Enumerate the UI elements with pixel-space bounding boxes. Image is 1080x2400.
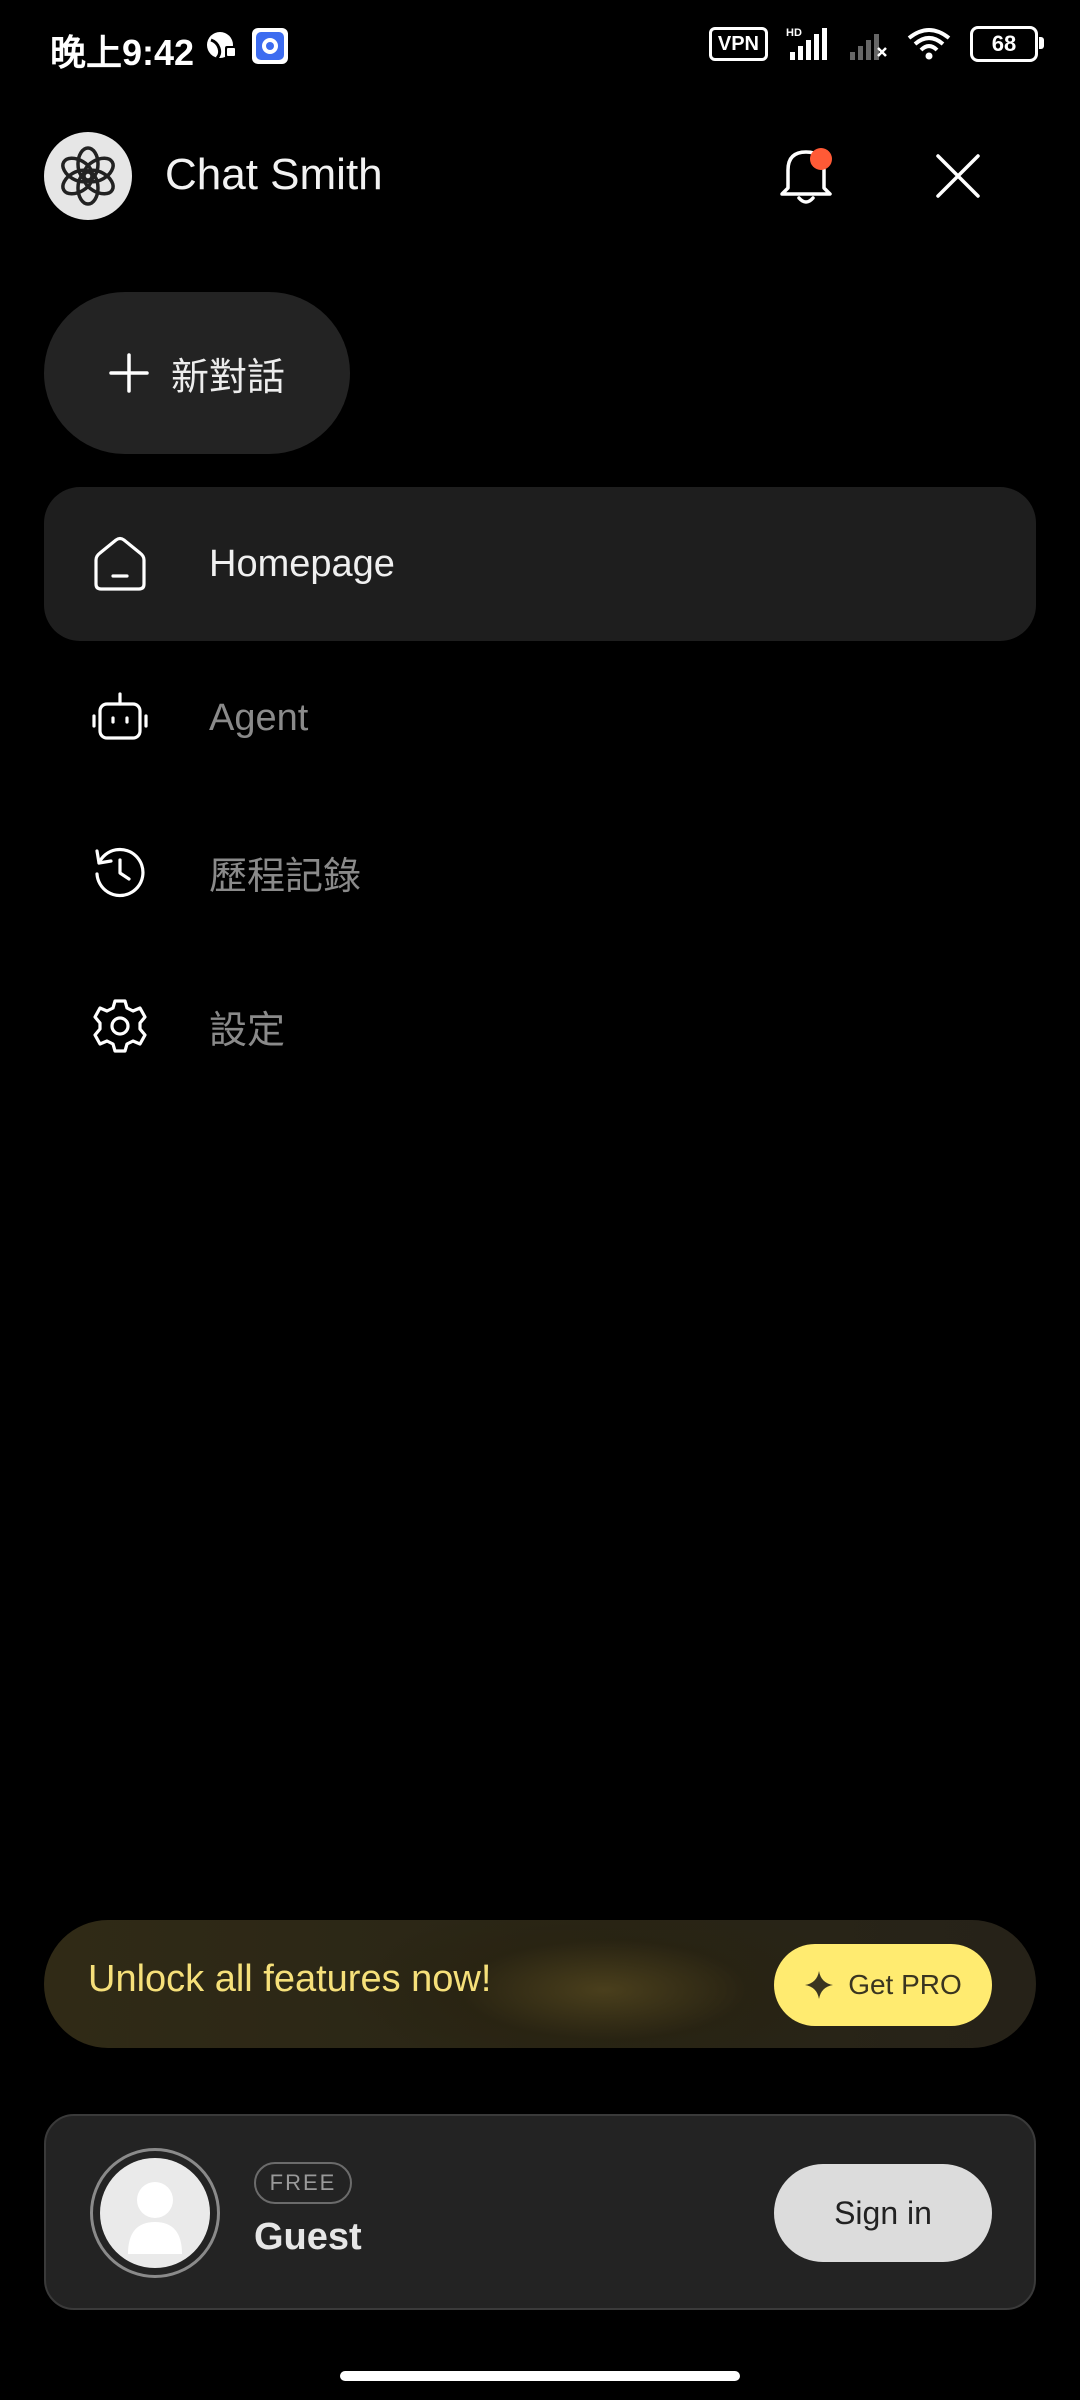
account-card: FREE Guest Sign in [44, 2114, 1036, 2310]
home-icon [90, 534, 150, 594]
battery-indicator: 68 [970, 26, 1044, 62]
account-name: Guest [254, 2216, 362, 2258]
app-logo [44, 132, 132, 220]
status-right: VPN HD 68 [708, 26, 1044, 62]
globe-lock-icon [207, 32, 237, 60]
promo-banner: Unlock all features now! Get PRO [44, 1920, 1036, 2048]
svg-text:HD: HD [786, 27, 802, 39]
app-notification-icon [252, 28, 288, 64]
notification-dot [810, 148, 832, 170]
menu-label-history: 歷程記錄 [209, 855, 362, 898]
sparkle-icon [805, 1971, 834, 1999]
menu-item-agent[interactable]: Agent [44, 641, 1036, 795]
wifi-icon [907, 28, 951, 60]
menu-label-settings: 設定 [209, 1009, 286, 1052]
new-chat-button[interactable]: 新對話 [44, 292, 350, 454]
get-pro-label: Get PRO [848, 1969, 962, 2000]
menu-label-agent: Agent [209, 696, 309, 739]
plan-badge: FREE [254, 2162, 352, 2204]
vpn-badge: VPN [708, 27, 768, 61]
history-icon [90, 842, 150, 902]
status-bar: 晚上9:42 VPN HD 68 [0, 0, 1080, 96]
sign-in-button[interactable]: Sign in [774, 2164, 992, 2262]
robot-icon [90, 688, 150, 748]
avatar[interactable] [90, 2148, 220, 2278]
plus-icon [109, 353, 149, 393]
signal-hd-icon: HD [786, 27, 827, 60]
get-pro-button[interactable]: Get PRO [774, 1944, 992, 2026]
home-indicator[interactable] [340, 2371, 740, 2381]
menu-item-settings[interactable]: 設定 [44, 949, 1036, 1103]
promo-text: Unlock all features now! [88, 1958, 492, 2000]
logo-knot-icon [61, 146, 115, 206]
gear-icon [90, 996, 150, 1056]
user-avatar-icon [100, 2158, 210, 2268]
menu-item-history[interactable]: 歷程記錄 [44, 795, 1036, 949]
close-icon[interactable] [930, 148, 986, 204]
menu-label-homepage: Homepage [209, 542, 395, 585]
menu-item-homepage[interactable]: Homepage [44, 487, 1036, 641]
signal-empty-icon [850, 34, 887, 60]
status-time: 晚上9:42 [50, 32, 195, 73]
new-chat-label: 新對話 [170, 356, 285, 399]
app-title: Chat Smith [165, 150, 383, 199]
